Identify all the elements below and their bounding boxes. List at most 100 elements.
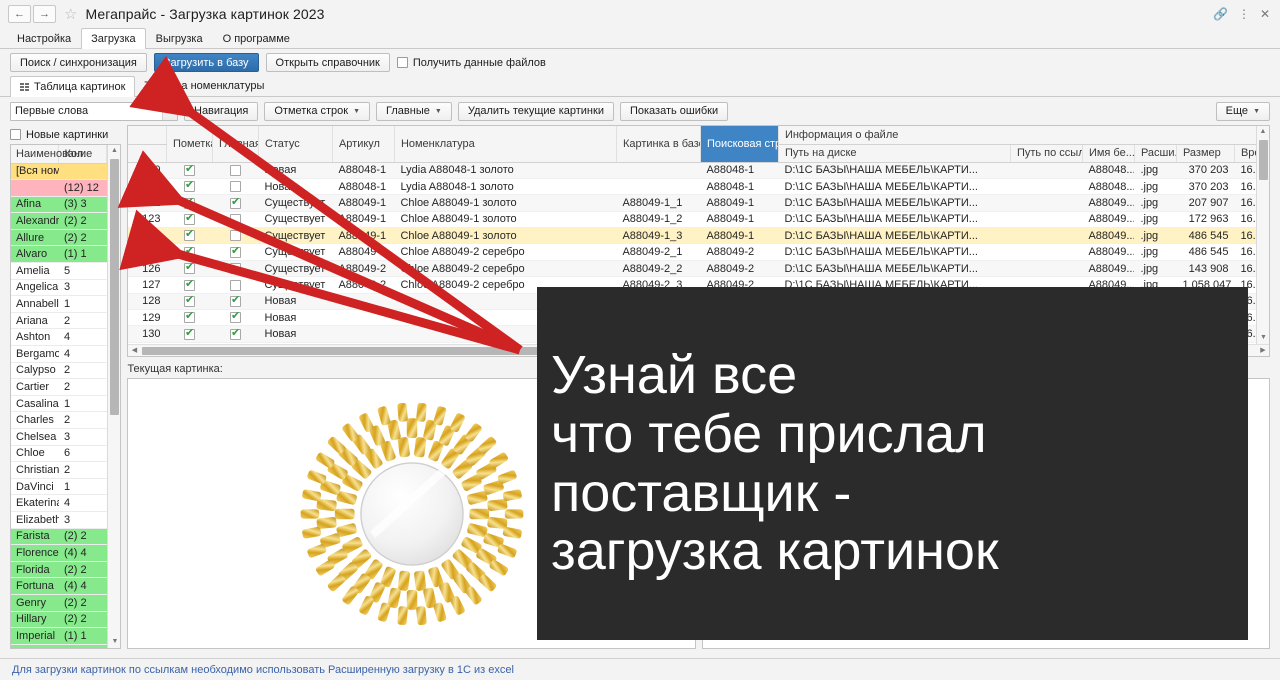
list-item[interactable]: DaVinci1 <box>11 478 107 495</box>
col-imya-be[interactable]: Имя бе... <box>1082 144 1134 162</box>
list-item[interactable]: Chelsea3 <box>11 429 107 446</box>
cell-glavnaya[interactable] <box>212 293 258 309</box>
table-row[interactable]: 129НоваяA88007-D:\1C БАЗЫ\НАША МЕБЕЛЬ\КА… <box>128 310 1268 326</box>
cell-glavnaya[interactable] <box>212 211 258 227</box>
list-item[interactable]: Calypso2 <box>11 362 107 379</box>
checkmark-icon[interactable] <box>184 181 195 192</box>
list-item[interactable]: Florida(2) 2 <box>11 561 107 578</box>
cell-glavnaya[interactable] <box>212 244 258 260</box>
navigation-button[interactable]: Навигация <box>184 102 258 121</box>
grid-hscrollbar[interactable]: ◀ ▶ <box>128 344 1269 356</box>
col-artikul[interactable]: Артикул <box>332 126 394 162</box>
search-sync-button[interactable]: Поиск / синхронизация <box>10 53 147 72</box>
table-row[interactable]: 123СуществуетA88049-1Chloe A88049-1 золо… <box>128 211 1268 227</box>
cell-glavnaya[interactable] <box>212 310 258 326</box>
favorite-star-icon[interactable]: ☆ <box>64 7 77 22</box>
list-item[interactable]: Charles2 <box>11 412 107 429</box>
load-to-db-button[interactable]: Загрузить в базу <box>154 53 259 72</box>
list-item[interactable]: Ashton4 <box>11 329 107 346</box>
table-row[interactable]: 121НоваяA88048-1Lydia A88048-1 золотоA88… <box>128 178 1268 194</box>
scroll-down-icon[interactable]: ▼ <box>108 636 121 648</box>
more-menu-icon[interactable]: ⋮ <box>1238 8 1250 20</box>
cell-pometka[interactable] <box>166 178 212 194</box>
tab-o-programme[interactable]: О программе <box>213 28 300 48</box>
cell-pometka[interactable] <box>166 162 212 178</box>
list-item[interactable]: [Вся номенклатура] <box>11 163 107 180</box>
cell-pometka[interactable] <box>166 211 212 227</box>
scroll-right-icon[interactable]: ▶ <box>1257 345 1269 357</box>
mark-rows-button[interactable]: Отметка строк ▼ <box>264 102 370 121</box>
list-item[interactable]: Bergamo4 <box>11 346 107 363</box>
checkbox-icon[interactable] <box>230 280 241 291</box>
list-item[interactable]: Alvaro(1) 1 <box>11 246 107 263</box>
checkmark-icon[interactable] <box>230 296 241 307</box>
tab-zagruzka[interactable]: Загрузка <box>81 28 145 49</box>
list-item[interactable]: Casalina1 <box>11 395 107 412</box>
close-icon[interactable]: ✕ <box>1260 8 1270 20</box>
col-naименование[interactable]: Наименование <box>11 145 59 163</box>
checkmark-icon[interactable] <box>230 329 241 340</box>
list-item[interactable]: Krystal(4) 4 <box>11 644 107 648</box>
new-images-checkbox[interactable]: Новые картинки <box>10 125 121 144</box>
delete-current-images-button[interactable]: Удалить текущие картинки <box>458 102 614 121</box>
subtab-tablica-nomenklatury[interactable]: Таблица номенклатуры <box>135 76 273 96</box>
col-status[interactable]: Статус <box>258 126 332 162</box>
new-image-preview[interactable] <box>702 378 1270 649</box>
cell-pometka[interactable] <box>166 244 212 260</box>
scroll-down-icon[interactable]: ▼ <box>1257 332 1270 344</box>
table-row[interactable]: 124СуществуетA88049-1Chloe A88049-1 золо… <box>128 228 1268 244</box>
cell-pometka[interactable] <box>166 228 212 244</box>
list-item[interactable]: Annabelle1 <box>11 296 107 313</box>
checkmark-icon[interactable] <box>184 329 195 340</box>
table-row[interactable]: 126СуществуетA88049-2Chloe A88049-2 сере… <box>128 260 1268 276</box>
col-kol[interactable]: Кол. <box>59 145 107 163</box>
col-razmer[interactable]: Размер <box>1176 144 1234 162</box>
images-grid[interactable]: Пометка Главная Статус Артикул Номенклат… <box>127 125 1270 357</box>
checkmark-icon[interactable] <box>184 165 195 176</box>
checkmark-icon[interactable] <box>184 296 195 307</box>
cell-glavnaya[interactable] <box>212 260 258 276</box>
more-button[interactable]: Еще ▼ <box>1216 102 1270 121</box>
list-item[interactable]: Ekaterina4 <box>11 495 107 512</box>
cell-pometka[interactable] <box>166 260 212 276</box>
checkbox-icon[interactable] <box>230 181 241 192</box>
table-row[interactable]: 130НоваяMT542D:\1C БАЗЫ\НАША МЕБЕЛЬ\КАРТ… <box>128 326 1268 342</box>
cell-glavnaya[interactable] <box>212 326 258 342</box>
cell-pometka[interactable] <box>166 310 212 326</box>
cell-pometka[interactable] <box>166 277 212 293</box>
cell-glavnaya[interactable] <box>212 178 258 194</box>
list-item[interactable]: Cartier2 <box>11 379 107 396</box>
col-informaciya-o-fayle[interactable]: Информация о файле <box>778 126 1268 144</box>
cell-pometka[interactable] <box>166 195 212 211</box>
cell-glavnaya[interactable] <box>212 162 258 178</box>
tab-nastroyka[interactable]: Настройка <box>7 28 81 48</box>
list-item[interactable]: Angelica3 <box>11 279 107 296</box>
cell-glavnaya[interactable] <box>212 228 258 244</box>
list-item[interactable]: (12) 12 <box>11 180 107 197</box>
tab-vygruzka[interactable]: Выгрузка <box>146 28 213 48</box>
nomenclature-list[interactable]: Наименование Кол. [Вся номенклатура](12)… <box>10 144 121 649</box>
grid-vscrollbar[interactable]: ▲ ▼ <box>1256 126 1269 344</box>
checkbox-icon[interactable] <box>230 165 241 176</box>
checkbox-icon[interactable] <box>230 214 241 225</box>
list-item[interactable]: Amelia5 <box>11 263 107 280</box>
chevron-down-icon[interactable]: ▼ <box>162 103 177 120</box>
scroll-up-icon[interactable]: ▲ <box>108 145 120 157</box>
checkmark-icon[interactable] <box>184 312 195 323</box>
col-rasshi[interactable]: Расши... <box>1134 144 1176 162</box>
col-glavnaya[interactable]: Главная <box>212 126 258 162</box>
list-item[interactable]: Elizabeth3 <box>11 511 107 528</box>
get-file-data-checkbox[interactable]: Получить данные файлов <box>397 57 546 69</box>
checkmark-icon[interactable] <box>184 280 195 291</box>
list-item[interactable]: Christian2 <box>11 462 107 479</box>
cell-glavnaya[interactable] <box>212 195 258 211</box>
checkbox-icon[interactable] <box>230 230 241 241</box>
open-catalog-button[interactable]: Открыть справочник <box>266 53 390 72</box>
table-row[interactable]: 127СуществуетA88049-2Chloe A88049-2 сере… <box>128 277 1268 293</box>
list-item[interactable]: Imperial(1) 1 <box>11 628 107 645</box>
list-item[interactable]: Allure(2) 2 <box>11 229 107 246</box>
checkmark-icon[interactable] <box>184 214 195 225</box>
checkmark-icon[interactable] <box>184 230 195 241</box>
list-item[interactable]: Ariana2 <box>11 312 107 329</box>
list-item[interactable]: Hillary(2) 2 <box>11 611 107 628</box>
